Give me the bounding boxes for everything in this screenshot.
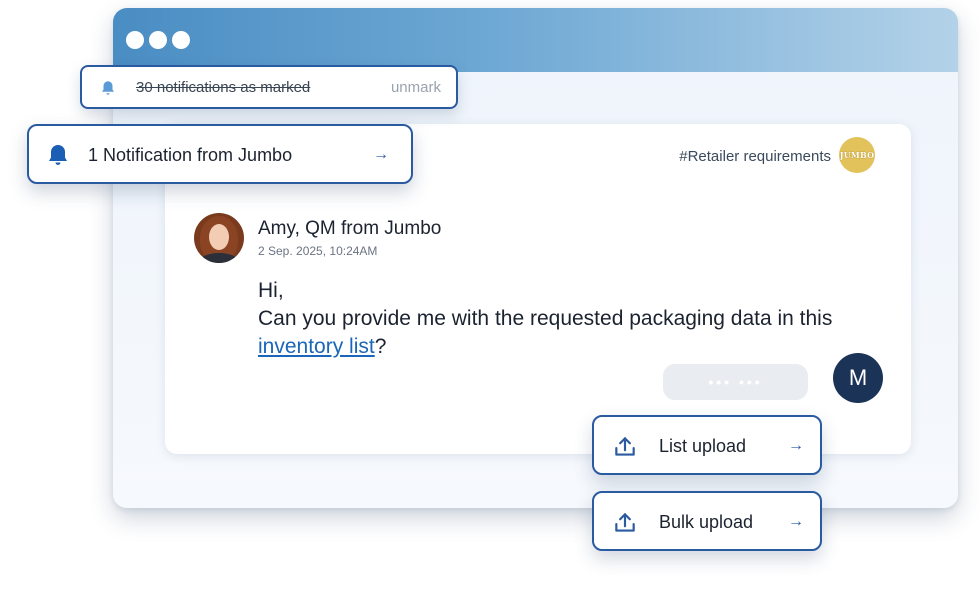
user-avatar[interactable]: M — [833, 353, 883, 403]
sender-avatar — [194, 213, 244, 263]
unmark-link[interactable]: unmark — [391, 79, 441, 96]
upload-icon — [612, 510, 638, 541]
new-notification-pill[interactable]: 1 Notification from Jumbo → — [27, 124, 413, 184]
message-timestamp: 2 Sep. 2025, 10:24AM — [258, 244, 378, 258]
bell-icon — [99, 79, 117, 102]
message-text: Can you provide me with the requested pa… — [258, 307, 833, 358]
marked-notifications-text: 30 notifications as marked — [136, 79, 311, 96]
message-greeting: Hi, — [258, 279, 284, 302]
list-upload-label: List upload — [659, 436, 747, 456]
window-titlebar — [113, 8, 958, 72]
arrow-right-icon: → — [788, 437, 804, 454]
sender-name: Amy, QM from Jumbo — [258, 218, 442, 239]
arrow-right-icon: → — [373, 146, 389, 163]
list-upload-button[interactable]: List upload → — [592, 415, 822, 475]
typing-indicator: ••• ••• — [663, 364, 808, 400]
window-control-dot[interactable] — [172, 31, 190, 49]
window-control-dot[interactable] — [149, 31, 167, 49]
jumbo-logo-text: JUMBO — [839, 150, 875, 160]
window-control-dot[interactable] — [126, 31, 144, 49]
message-body: Hi, Can you provide me with the requeste… — [258, 277, 848, 361]
bulk-upload-button[interactable]: Bulk upload → — [592, 491, 822, 551]
channel-tag[interactable]: #Retailer requirements — [679, 148, 831, 165]
inventory-list-link[interactable]: inventory list — [258, 335, 375, 358]
bell-icon — [46, 143, 70, 172]
upload-icon — [612, 434, 638, 465]
new-notification-text: 1 Notification from Jumbo — [88, 145, 293, 165]
marked-notifications-bar: 30 notifications as marked unmark — [80, 65, 458, 109]
arrow-right-icon: → — [788, 513, 804, 530]
bulk-upload-label: Bulk upload — [659, 512, 754, 532]
jumbo-logo: JUMBO — [839, 137, 875, 173]
